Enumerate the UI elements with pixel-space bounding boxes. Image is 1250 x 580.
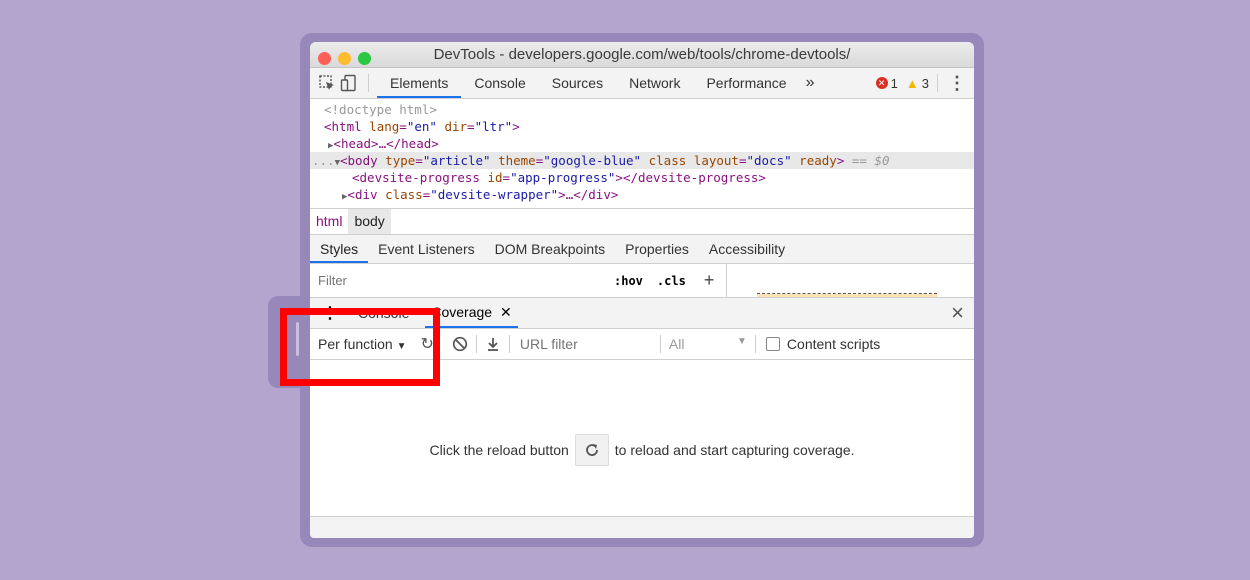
- more-tabs-button[interactable]: »: [800, 68, 821, 98]
- attr-value: "article": [422, 153, 491, 168]
- breadcrumb-body[interactable]: body: [348, 209, 391, 234]
- breadcrumb-html[interactable]: html: [310, 209, 348, 234]
- attr-value: "en": [406, 119, 437, 134]
- clear-icon[interactable]: [452, 336, 468, 352]
- tab-network[interactable]: Network: [616, 68, 693, 98]
- tab-dom-breakpoints[interactable]: DOM Breakpoints: [485, 235, 615, 263]
- dom-progress[interactable]: <devsite-progress id="app-progress"></de…: [310, 169, 974, 186]
- message-before: Click the reload button: [429, 442, 569, 458]
- type-filter-label: All: [668, 336, 685, 352]
- reload-icon: [585, 444, 598, 456]
- toolbar-separator: [659, 335, 661, 353]
- dom-html[interactable]: <html lang="en" dir="ltr">: [310, 118, 974, 135]
- body-tag: <body: [340, 153, 378, 168]
- title-bar: DevTools - developers.google.com/web/too…: [310, 42, 974, 68]
- styles-filter-row: :hov .cls +: [310, 264, 974, 298]
- div-tag: <div: [347, 187, 378, 202]
- device-toolbar-icon[interactable]: [338, 72, 360, 94]
- attr-value: "ltr": [474, 119, 513, 134]
- toolbar-separator: [475, 335, 477, 353]
- cls-toggle[interactable]: .cls: [657, 274, 686, 288]
- sidebar-tabs: Styles Event Listeners DOM Breakpoints P…: [310, 235, 974, 264]
- toolbar-separator: [937, 74, 938, 92]
- breadcrumb: html body: [310, 208, 974, 235]
- tab-accessibility[interactable]: Accessibility: [699, 235, 795, 263]
- hov-toggle[interactable]: :hov: [614, 274, 643, 288]
- attr-name: id: [487, 170, 503, 185]
- attr-value: "devsite-wrapper": [430, 187, 559, 202]
- dropdown-arrow-icon: ▼: [737, 336, 747, 347]
- attr-name: lang: [369, 119, 400, 134]
- attr-name: layout: [693, 153, 739, 168]
- warning-count: 3: [921, 75, 929, 91]
- window-title: DevTools - developers.google.com/web/too…: [433, 46, 851, 63]
- tab-performance[interactable]: Performance: [693, 68, 799, 98]
- close-tab-icon[interactable]: ✕: [500, 304, 512, 320]
- attr-name: theme: [498, 153, 536, 168]
- kebab-menu-icon[interactable]: ⋮: [946, 72, 968, 94]
- attr-name: type: [385, 153, 416, 168]
- warning-icon: ▲: [905, 75, 919, 91]
- content-scripts-checkbox[interactable]: [765, 337, 780, 351]
- message-after: to reload and start capturing coverage.: [614, 442, 855, 458]
- reload-button[interactable]: [574, 434, 609, 466]
- toolbar-separator: [368, 74, 369, 92]
- devtools-window: DevTools - developers.google.com/web/too…: [310, 42, 974, 538]
- toolbar-separator: [508, 335, 510, 353]
- styles-filter-input[interactable]: [316, 272, 610, 289]
- minimize-window-button[interactable]: [338, 52, 351, 65]
- attr-name: class: [648, 153, 687, 168]
- div-close-tag: >…</div>: [558, 187, 619, 202]
- attr-value: "docs": [746, 153, 792, 168]
- main-toolbar: Elements Console Sources Network Perform…: [310, 68, 974, 99]
- status-bar: [310, 516, 974, 538]
- head-tag: <head>…</head>: [333, 136, 439, 151]
- coverage-empty-message: Click the reload button to reload and st…: [310, 434, 974, 466]
- close-drawer-icon[interactable]: ×: [951, 300, 964, 326]
- url-filter-input[interactable]: [517, 335, 652, 353]
- issues-counter[interactable]: ✕ 1 ▲ 3: [875, 75, 929, 91]
- html-tag: <html: [324, 119, 362, 134]
- attr-name: dir: [444, 119, 468, 134]
- attr-value: "app-progress": [510, 170, 616, 185]
- dom-head[interactable]: ▶<head>…</head>: [310, 135, 974, 152]
- box-model-preview: [727, 264, 938, 297]
- dom-doctype[interactable]: <!doctype html>: [310, 101, 974, 118]
- download-icon[interactable]: [485, 336, 501, 352]
- tab-sources[interactable]: Sources: [539, 68, 616, 98]
- tab-properties[interactable]: Properties: [615, 235, 699, 263]
- maximize-window-button[interactable]: [358, 52, 371, 65]
- tab-styles[interactable]: Styles: [310, 235, 369, 263]
- tab-elements[interactable]: Elements: [377, 68, 462, 98]
- dom-body[interactable]: ...▼<body type="article" theme="google-b…: [310, 152, 974, 169]
- attr-name: ready: [799, 153, 837, 168]
- close-window-button[interactable]: [318, 52, 331, 65]
- highlight-box: [280, 308, 440, 386]
- window-controls: [318, 48, 378, 73]
- selected-marker: == $0: [851, 153, 890, 168]
- tab-console[interactable]: Console: [461, 68, 538, 98]
- dom-dots: ...: [312, 153, 335, 168]
- attr-value: "google-blue": [543, 153, 642, 168]
- toolbar-separator: [754, 335, 756, 353]
- coverage-tab-label: Coverage: [431, 304, 493, 320]
- content-scripts-label: Content scripts: [786, 336, 881, 352]
- error-count: 1: [890, 75, 898, 91]
- progress-tag: <devsite-progress: [352, 170, 480, 185]
- dom-tree: <!doctype html> <html lang="en" dir="ltr…: [310, 99, 974, 203]
- type-filter-select[interactable]: All ▼: [669, 336, 747, 352]
- progress-close-tag: ></devsite-progress>: [615, 170, 766, 185]
- error-icon: ✕: [875, 77, 888, 89]
- inspect-element-icon[interactable]: [316, 72, 338, 94]
- attr-name: class: [385, 187, 423, 202]
- tab-event-listeners[interactable]: Event Listeners: [368, 235, 485, 263]
- dom-div[interactable]: ▶<div class="devsite-wrapper">…</div>: [310, 186, 974, 203]
- add-rule-button[interactable]: +: [704, 270, 715, 291]
